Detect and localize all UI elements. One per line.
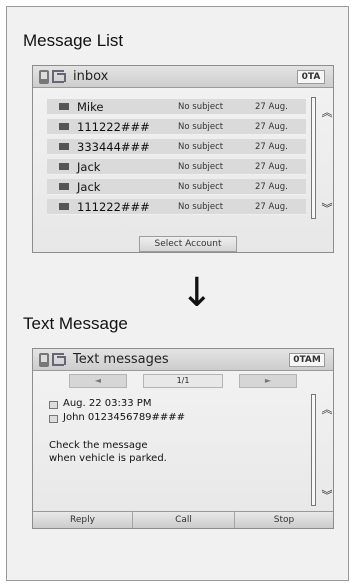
message-sender: 333444###: [77, 140, 150, 154]
scroll-down-button[interactable]: ︾: [320, 487, 334, 503]
envelope-icon: [59, 163, 69, 170]
figure-frame: Message List inbox 0TA Mike No subject 2…: [6, 6, 349, 581]
message-datetime: Aug. 22 03:33 PM: [63, 398, 152, 409]
message-sender: 111222###: [77, 120, 150, 134]
inbox-scrollbar[interactable]: [311, 97, 316, 219]
message-subject: No subject: [178, 122, 224, 132]
text-message-title: Text Message: [23, 314, 128, 333]
message-date: 27 Aug.: [255, 102, 288, 112]
text-message-screen: Text messages 0TAM ◄ 1/1 ► Aug. 22 03:33…: [32, 348, 334, 529]
text-scrollbar[interactable]: [311, 394, 316, 506]
stop-button[interactable]: Stop: [235, 511, 333, 528]
message-date: 27 Aug.: [255, 142, 288, 152]
next-page-button[interactable]: ►: [239, 374, 297, 388]
message-date: 27 Aug.: [255, 122, 288, 132]
scroll-down-button[interactable]: ︾: [320, 200, 334, 216]
select-account-button[interactable]: Select Account: [139, 236, 237, 252]
status-badge: 0TA: [297, 70, 325, 84]
message-sender: Jack: [77, 160, 101, 174]
message-row-1[interactable]: Mike No subject 27 Aug.: [47, 99, 306, 115]
phone-icon: [39, 70, 49, 84]
text-titlebar: Text messages 0TAM: [33, 349, 333, 371]
message-row-4[interactable]: Jack No subject 27 Aug.: [47, 159, 306, 175]
message-row-6[interactable]: 111222### No subject 27 Aug.: [47, 199, 306, 215]
message-subject: No subject: [178, 102, 224, 112]
prev-page-button[interactable]: ◄: [69, 374, 127, 388]
message-subject: No subject: [178, 142, 224, 152]
inbox-titlebar: inbox 0TA: [33, 66, 333, 88]
message-row-5[interactable]: Jack No subject 27 Aug.: [47, 179, 306, 195]
message-body-line-2: when vehicle is parked.: [49, 453, 167, 464]
envelope-icon: [59, 183, 69, 190]
envelope-icon: [59, 143, 69, 150]
inbox-title: inbox: [73, 69, 109, 84]
back-icon[interactable]: [52, 353, 66, 366]
down-arrow-icon: ↓: [180, 270, 214, 316]
scroll-up-button[interactable]: ︽: [320, 401, 334, 417]
message-subject: No subject: [178, 182, 224, 192]
person-icon: [49, 415, 58, 423]
call-button[interactable]: Call: [133, 511, 235, 528]
message-sender: Jack: [77, 180, 101, 194]
page-indicator: 1/1: [143, 374, 223, 388]
message-list-title: Message List: [23, 31, 124, 50]
scroll-up-button[interactable]: ︽: [320, 104, 334, 120]
message-body-line-1: Check the message: [49, 440, 148, 451]
message-row-2[interactable]: 111222### No subject 27 Aug.: [47, 119, 306, 135]
back-icon[interactable]: [52, 70, 66, 83]
phone-icon: [39, 353, 49, 367]
message-date: 27 Aug.: [255, 182, 288, 192]
message-subject: No subject: [178, 202, 224, 212]
inbox-screen: inbox 0TA Mike No subject 27 Aug. 111222…: [32, 65, 334, 253]
envelope-icon: [59, 203, 69, 210]
envelope-icon: [59, 103, 69, 110]
envelope-icon: [59, 123, 69, 130]
text-title: Text messages: [73, 352, 169, 367]
message-date: 27 Aug.: [255, 202, 288, 212]
message-sender: 111222###: [77, 200, 150, 214]
message-subject: No subject: [178, 162, 224, 172]
message-sender: Mike: [77, 100, 104, 114]
status-badge: 0TAM: [289, 353, 325, 367]
message-sender: John 0123456789####: [63, 412, 186, 423]
message-date: 27 Aug.: [255, 162, 288, 172]
reply-button[interactable]: Reply: [33, 511, 133, 528]
message-row-3[interactable]: 333444### No subject 27 Aug.: [47, 139, 306, 155]
calendar-icon: [49, 401, 58, 409]
